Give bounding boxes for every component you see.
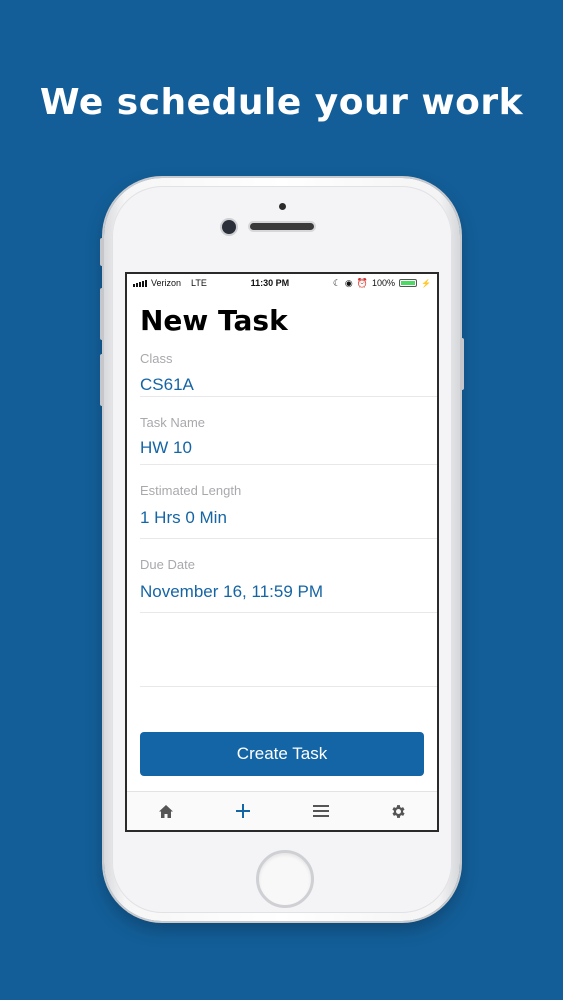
home-icon <box>158 804 173 818</box>
location-icon: ◉ <box>344 277 353 288</box>
estimated-length-label: Estimated Length <box>140 483 242 498</box>
volume-up-button <box>100 288 104 340</box>
app-screen: Verizon LTE 11:30 PM ☾ ◉ ⏰ 100% ⚡ New Ta… <box>125 272 439 832</box>
tab-bar <box>127 791 437 830</box>
tab-list[interactable] <box>301 796 341 826</box>
estimated-length-field[interactable]: Estimated Length 1 Hrs 0 Min <box>140 465 437 539</box>
settings-icon <box>392 804 405 818</box>
earpiece-speaker <box>250 223 314 230</box>
battery-icon <box>399 279 418 287</box>
home-button[interactable] <box>256 850 314 908</box>
power-button <box>460 338 464 390</box>
signal-icon <box>133 279 147 287</box>
front-camera <box>222 220 236 234</box>
due-date-field[interactable]: Due Date November 16, 11:59 PM <box>140 539 437 613</box>
network-type: LTE <box>191 278 207 288</box>
task-name-field[interactable]: Task Name HW 10 <box>140 397 437 465</box>
task-name-label: Task Name <box>140 415 206 430</box>
task-name-value[interactable]: HW 10 <box>140 438 437 458</box>
charging-icon: ⚡ <box>421 278 431 288</box>
estimated-length-value[interactable]: 1 Hrs 0 Min <box>140 508 437 528</box>
moon-icon: ☾ <box>332 277 341 288</box>
status-bar: Verizon LTE 11:30 PM ☾ ◉ ⏰ 100% ⚡ <box>127 274 437 292</box>
alarm-icon: ⏰ <box>356 277 368 288</box>
tab-settings[interactable] <box>378 796 418 826</box>
due-date-value[interactable]: November 16, 11:59 PM <box>140 582 437 602</box>
create-task-button[interactable]: Create Task <box>140 732 424 776</box>
volume-down-button <box>100 354 104 406</box>
page-title: New Task <box>140 304 288 337</box>
tab-add[interactable] <box>223 796 263 826</box>
add-icon <box>236 804 251 818</box>
class-label: Class <box>140 351 173 366</box>
tab-home[interactable] <box>146 796 186 826</box>
battery-percent: 100% <box>372 278 396 288</box>
menu-icon <box>312 805 329 817</box>
class-field[interactable]: Class CS61A <box>140 337 437 397</box>
due-date-label: Due Date <box>140 557 195 572</box>
class-value[interactable]: CS61A <box>140 375 437 395</box>
status-time: 11:30 PM <box>250 278 290 288</box>
headline: We schedule your work <box>39 82 524 123</box>
carrier-name: Verizon <box>151 278 182 288</box>
empty-field-row <box>140 613 437 687</box>
mute-switch <box>100 238 104 266</box>
proximity-sensor <box>279 203 286 210</box>
